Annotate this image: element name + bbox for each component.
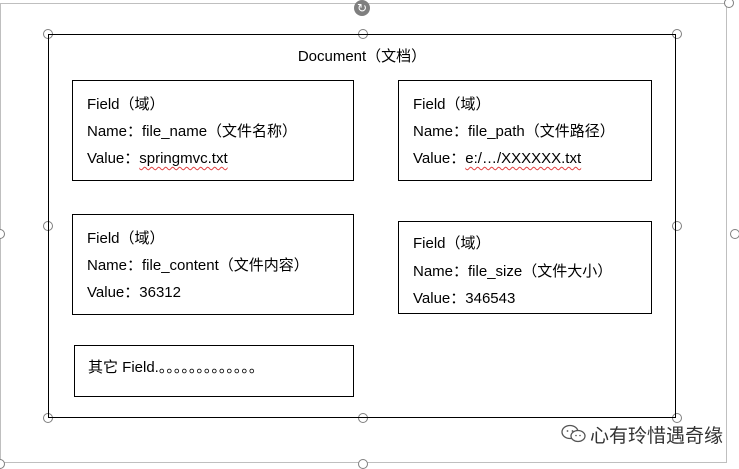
name-row: Name：file_size（文件大小） [413, 263, 613, 280]
outer-handle-top-right[interactable] [724, 0, 734, 8]
outer-handle-bottom-left[interactable] [0, 459, 5, 469]
value-row: Value：springmvc.txt [87, 150, 228, 167]
watermark-text: 心有玲惜遇奇缘 [590, 426, 724, 447]
field-label: Field（域） [87, 96, 165, 113]
document-title: Document（文档） [297, 48, 427, 65]
name-row: Name：file_name（文件名称） [87, 123, 298, 140]
other-fields-text: 其它 Field.。。。。。。。。。。。。。 [88, 359, 264, 376]
field-box-file-size: Field（域） Name：file_size（文件大小） Value：3465… [398, 221, 652, 314]
value-row: Value：346543 [413, 290, 516, 307]
field-box-other: 其它 Field.。。。。。。。。。。。。。 [74, 345, 354, 397]
field-label: Field（域） [413, 235, 491, 252]
value-row: Value：e:/…/XXXXXX.txt [413, 150, 582, 167]
name-row: Name：file_path（文件路径） [413, 123, 615, 140]
value-row: Value：36312 [87, 284, 181, 301]
field-box-file-content: Field（域） Name：file_content（文件内容） Value：3… [72, 214, 354, 315]
outer-handle-right[interactable] [730, 229, 739, 239]
field-label: Field（域） [87, 230, 165, 247]
rotate-handle-icon[interactable]: ↻ [354, 0, 370, 16]
wechat-icon [561, 424, 586, 443]
field-label: Field（域） [413, 96, 491, 113]
name-row: Name：file_content（文件内容） [87, 257, 309, 274]
field-box-file-path: Field（域） Name：file_path（文件路径） Value：e:/…… [398, 80, 652, 181]
outer-handle-bottom[interactable] [358, 459, 368, 469]
field-box-file-name: Field（域） Name：file_name（文件名称） Value：spri… [72, 80, 354, 181]
